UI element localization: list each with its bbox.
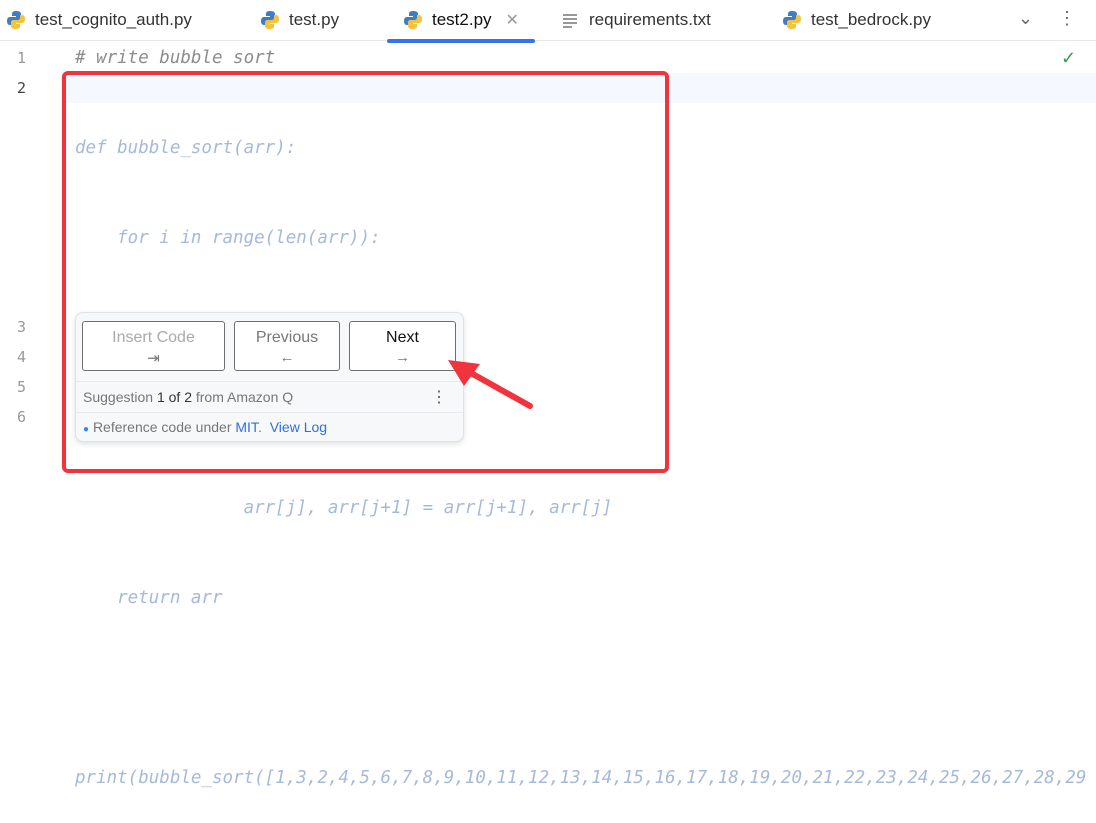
line-number: 2 bbox=[16, 79, 26, 97]
button-label: Next bbox=[386, 329, 419, 346]
insert-code-button[interactable]: Insert Code ⇥ bbox=[82, 321, 225, 371]
close-tab-icon[interactable]: ✕ bbox=[506, 10, 519, 30]
tab-label: test2.py bbox=[432, 10, 492, 29]
button-label: Previous bbox=[255, 329, 319, 346]
tab-label: test_bedrock.py bbox=[811, 10, 932, 29]
python-icon bbox=[7, 11, 25, 29]
mit-license-link[interactable]: MIT bbox=[235, 419, 258, 435]
code-line[interactable]: # write bubble sort bbox=[75, 43, 275, 73]
no-problems-check-icon: ✓ bbox=[1061, 48, 1077, 68]
tab-test-bedrock[interactable]: test_bedrock.py bbox=[782, 0, 931, 40]
tab-test-cognito-auth[interactable]: test_cognito_auth.py bbox=[6, 0, 192, 40]
info-dot-icon: ● bbox=[83, 424, 90, 435]
suggestion-line: return arr bbox=[75, 588, 223, 608]
python-icon bbox=[261, 11, 279, 29]
reference-text: Reference code under bbox=[92, 419, 232, 435]
python-icon bbox=[404, 11, 422, 29]
tab-label: test_cognito_auth.py bbox=[35, 10, 192, 29]
python-icon bbox=[783, 11, 801, 29]
tab-requirements[interactable]: requirements.txt bbox=[560, 0, 711, 40]
line-number: 3 bbox=[16, 318, 26, 336]
tab-label: requirements.txt bbox=[589, 10, 711, 29]
suggestion-line: print(bubble_sort([1,3,2,4,5,6,7,8,9,10,… bbox=[75, 768, 1087, 788]
chevron-down-icon[interactable]: ⌄ bbox=[1018, 8, 1033, 29]
previous-button[interactable]: Previous ← bbox=[234, 321, 340, 371]
arrow-left-icon: ← bbox=[279, 349, 295, 366]
tab-key-icon: ⇥ bbox=[147, 350, 160, 367]
line-gutter: 1 2 3 4 5 6 bbox=[0, 41, 62, 476]
line-number: 5 bbox=[16, 378, 26, 396]
line-number: 1 bbox=[16, 49, 26, 67]
status-text: Suggestion bbox=[83, 389, 154, 405]
tab-test[interactable]: test.py bbox=[260, 0, 339, 40]
red-arrow-annotation bbox=[448, 360, 533, 409]
suggestion-line bbox=[75, 673, 1086, 703]
text-file-icon bbox=[563, 14, 577, 28]
more-menu-icon[interactable]: ⋮ bbox=[1058, 8, 1076, 29]
button-label: Insert Code bbox=[112, 329, 195, 346]
amazon-q-suggestion-popup: Insert Code ⇥ Previous ← Next → Suggesti… bbox=[75, 312, 464, 442]
suggestion-status: Suggestion 1 of 2 from Amazon Q ⋮ bbox=[76, 381, 463, 412]
editor-tab-bar: test_cognito_auth.py test.py test2.py ✕ … bbox=[0, 0, 1096, 43]
tab-label: test.py bbox=[289, 10, 340, 29]
tab-test2[interactable]: test2.py ✕ bbox=[387, 0, 535, 43]
separator: . bbox=[257, 419, 262, 435]
line-number: 4 bbox=[16, 348, 26, 366]
reference-info: ● Reference code under MIT. View Log bbox=[76, 412, 463, 442]
suggestion-line: arr[j], arr[j+1] = arr[j+1], arr[j] bbox=[75, 498, 613, 518]
line-number: 6 bbox=[16, 408, 26, 426]
suggestion-counter: 1 of 2 bbox=[156, 389, 192, 405]
view-log-link[interactable]: View Log bbox=[270, 419, 327, 435]
status-text: from Amazon Q bbox=[195, 389, 294, 405]
